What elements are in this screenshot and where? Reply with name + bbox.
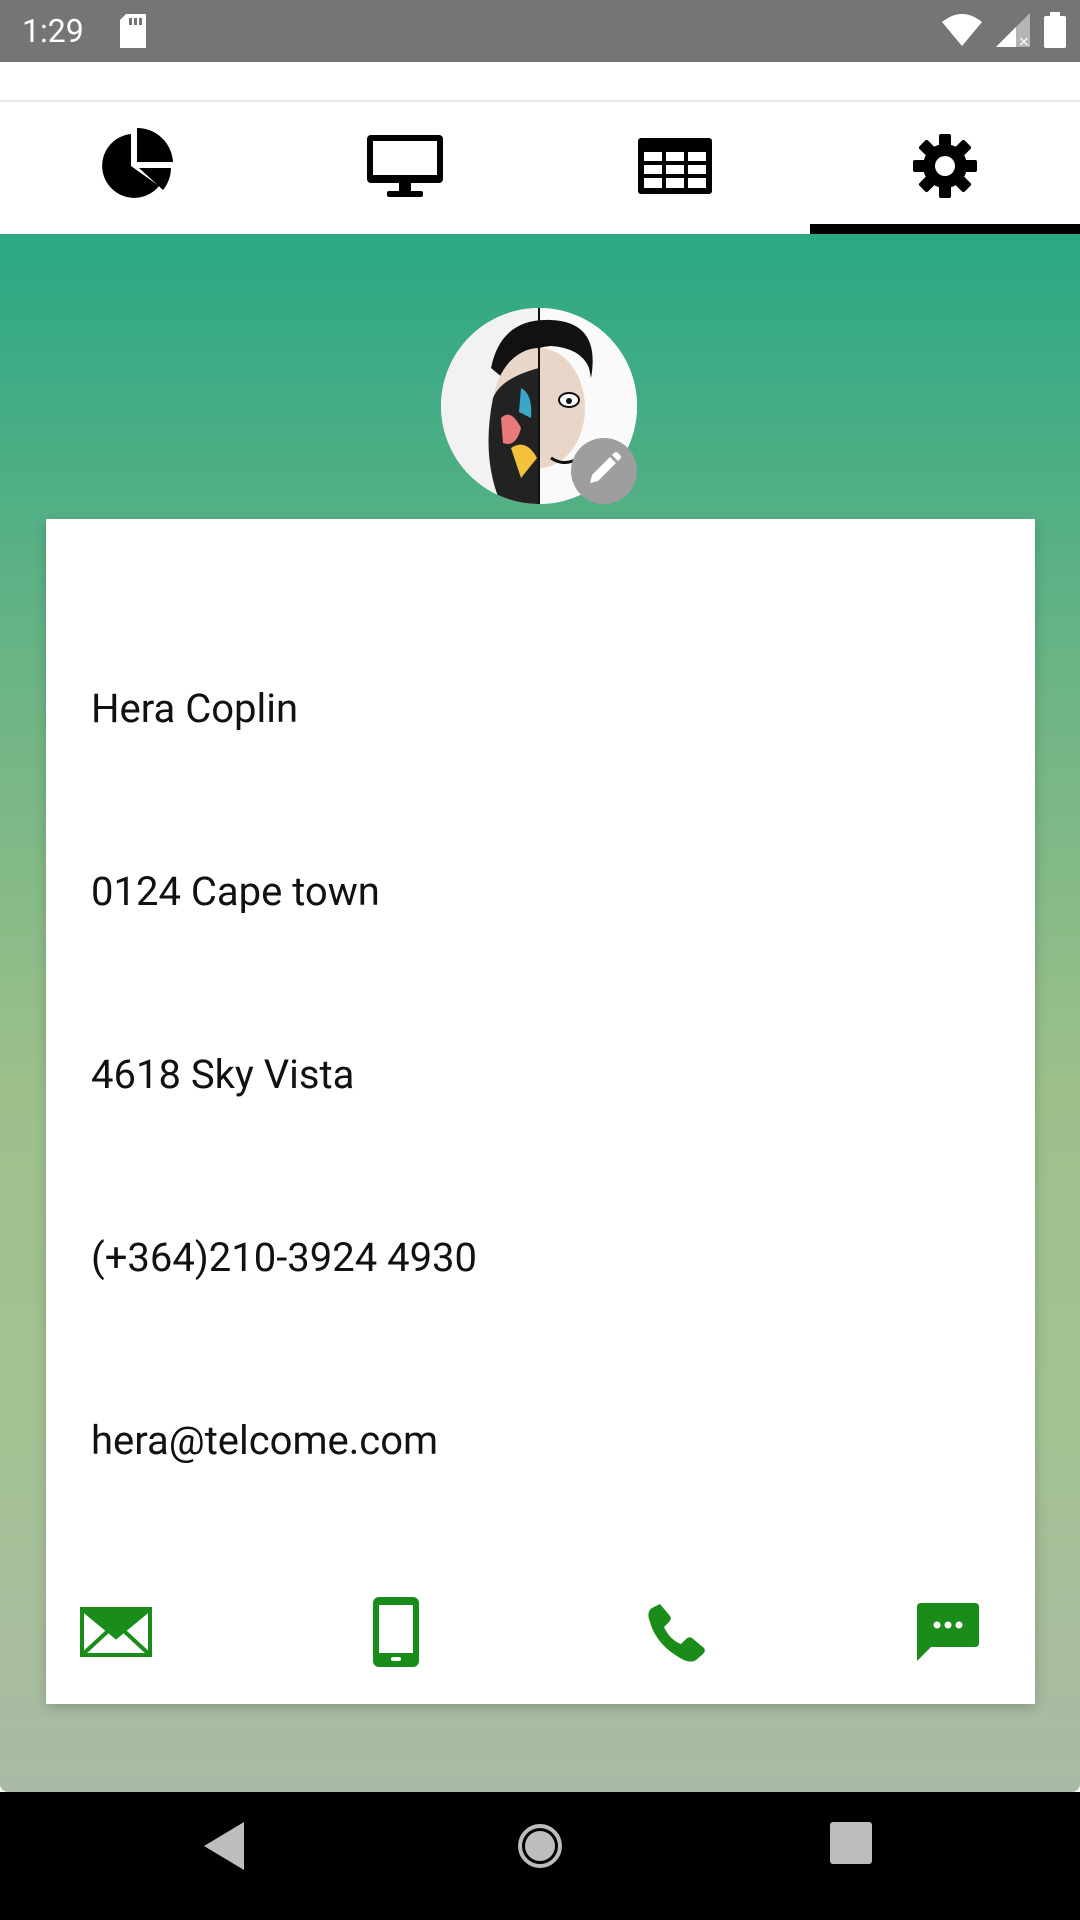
profile-name: Hera Coplin (91, 685, 299, 732)
tab-settings[interactable] (810, 102, 1080, 234)
profile-line2: 0124 Cape town (91, 868, 380, 915)
profile-card: Hera Coplin 0124 Cape town 4618 Sky Vist… (46, 519, 1035, 1704)
tab-table[interactable] (540, 102, 810, 234)
mobile-button[interactable] (366, 1589, 426, 1679)
home-icon[interactable] (516, 1822, 564, 1875)
desktop-icon (367, 134, 443, 202)
edit-avatar-button[interactable] (571, 438, 637, 504)
call-icon (646, 1602, 706, 1667)
tab-dashboard[interactable] (0, 102, 270, 234)
mobile-phone-icon (373, 1596, 419, 1672)
contact-actions (46, 1589, 1035, 1679)
recents-icon[interactable] (830, 1822, 872, 1869)
battery-icon (1044, 12, 1066, 53)
tab-desktop[interactable] (270, 102, 540, 234)
top-strip (0, 62, 1080, 102)
sd-card-icon (120, 14, 146, 53)
signal-icon: × (996, 13, 1030, 52)
pencil-icon (586, 451, 622, 492)
back-icon[interactable] (204, 1822, 244, 1875)
message-button[interactable] (908, 1589, 988, 1679)
settings-gear-icon (913, 133, 977, 203)
wifi-icon (942, 14, 982, 51)
email-icon (80, 1606, 152, 1662)
table-icon (638, 137, 712, 199)
status-time: 1:29 (22, 12, 84, 50)
profile-email: hera@telcome.com (91, 1417, 439, 1464)
email-button[interactable] (76, 1589, 156, 1679)
svg-text:×: × (1018, 34, 1030, 47)
message-icon (917, 1602, 979, 1666)
profile-phone: (+364)210-3924 4930 (91, 1234, 478, 1281)
status-bar: 1:29 × (0, 0, 1080, 62)
call-button[interactable] (636, 1589, 716, 1679)
profile-address: 4618 Sky Vista (91, 1051, 355, 1098)
android-nav-bar (0, 1792, 1080, 1920)
pie-chart-icon (97, 127, 173, 209)
tab-bar (0, 102, 1080, 234)
avatar-container[interactable] (441, 308, 637, 504)
